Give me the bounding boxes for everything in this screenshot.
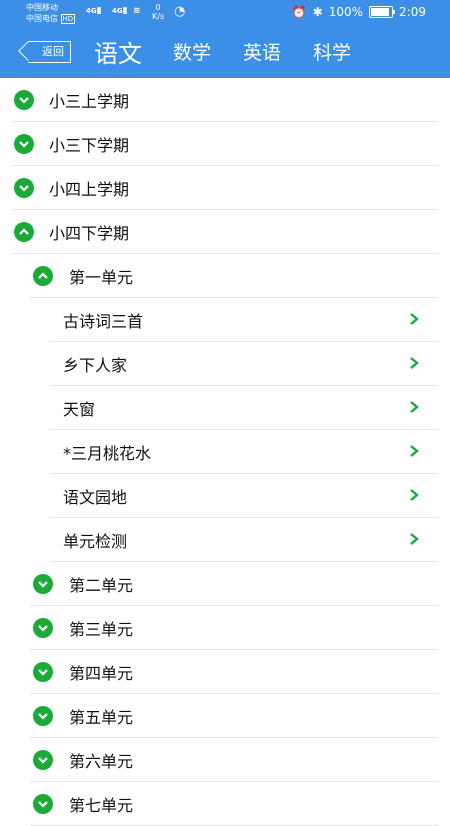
unit-item[interactable]: 第五单元 xyxy=(30,694,438,738)
lesson-item[interactable]: 古诗词三首 xyxy=(50,298,438,342)
lesson-item[interactable]: 单元检测 xyxy=(50,518,438,562)
carrier-2: 中国电信 xyxy=(26,14,58,23)
chevron-down-icon xyxy=(14,133,34,154)
hd-badge: HD xyxy=(60,14,76,24)
chevron-right-icon xyxy=(410,489,419,501)
net-speed: 0 K/s xyxy=(152,3,164,21)
chevron-down-icon xyxy=(33,573,53,594)
signal-bars-icon-2: ▮ xyxy=(122,6,128,16)
semester-item[interactable]: 小四上学期 xyxy=(12,166,438,210)
bluetooth-icon: ✱ xyxy=(312,5,323,19)
battery-percent: 100% xyxy=(328,5,364,19)
unit-item[interactable]: 第一单元 xyxy=(30,254,438,298)
unit-label: 第四单元 xyxy=(69,663,134,683)
lesson-item[interactable]: 乡下人家 xyxy=(50,342,438,386)
lesson-item[interactable]: 语文园地 xyxy=(50,474,438,518)
unit-item[interactable]: 第二单元 xyxy=(30,562,438,606)
semester-item[interactable]: 小三下学期 xyxy=(12,122,438,166)
unit-label: 第六单元 xyxy=(69,751,134,771)
unit-label: 第三单元 xyxy=(69,619,134,639)
lesson-label: 天窗 xyxy=(63,399,96,419)
chevron-right-icon xyxy=(410,533,419,545)
unit-item[interactable]: 第四单元 xyxy=(30,650,438,694)
carrier-1: 中国移动 xyxy=(26,3,58,12)
battery-icon xyxy=(369,6,396,18)
unit-item[interactable]: 第七单元 xyxy=(30,782,438,826)
semester-label: 小四下学期 xyxy=(49,223,130,243)
unit-label: 第一单元 xyxy=(69,267,134,287)
semester-label: 小四上学期 xyxy=(49,179,130,199)
qq-icon: ◔ xyxy=(174,4,186,19)
tab-math[interactable]: 数学 xyxy=(173,38,211,65)
battery-fill xyxy=(371,8,390,16)
chevron-down-icon xyxy=(33,617,53,638)
lesson-label: *三月桃花水 xyxy=(63,443,152,463)
unit-label: 第二单元 xyxy=(69,575,134,595)
net-speed-value: 0 xyxy=(155,3,161,12)
tab-chinese[interactable]: 语文 xyxy=(94,34,142,69)
chevron-down-icon xyxy=(33,661,53,682)
lesson-item[interactable]: *三月桃花水 xyxy=(50,430,438,474)
lesson-item[interactable]: 天窗 xyxy=(50,386,438,430)
chevron-right-icon xyxy=(410,313,419,325)
net-type-1: 4G xyxy=(86,7,97,15)
signal-bars-icon: ▮ xyxy=(96,6,102,16)
lesson-label: 单元检测 xyxy=(63,531,128,551)
chevron-right-icon xyxy=(410,357,419,369)
lesson-label: 语文园地 xyxy=(63,487,128,507)
chevron-up-icon xyxy=(33,265,53,286)
chevron-down-icon xyxy=(14,89,34,110)
chevron-down-icon xyxy=(33,793,53,814)
chevron-down-icon xyxy=(33,705,53,726)
back-button[interactable]: 返回 xyxy=(28,41,71,63)
net-speed-unit: K/s xyxy=(152,12,165,21)
clock: 2:09 xyxy=(399,5,426,19)
semester-item[interactable]: 小三上学期 xyxy=(12,78,438,122)
status-bar: 中国移动 中国电信 HD 4G▮ 4G▮ ≋ 0 K/s ◔ ⏰ ✱ 100% 2… xyxy=(0,0,450,26)
unit-label: 第五单元 xyxy=(69,707,134,727)
unit-item[interactable]: 第六单元 xyxy=(30,738,438,782)
chevron-up-icon xyxy=(14,221,34,242)
signal-4g-2: 4G▮ xyxy=(112,6,128,16)
carrier-info: 中国移动 中国电信 HD xyxy=(26,2,76,25)
net-type-2: 4G xyxy=(112,7,123,15)
app-bar: 返回 语文 数学 英语 科学 xyxy=(0,26,450,78)
unit-item[interactable]: 第三单元 xyxy=(30,606,438,650)
semester-label: 小三下学期 xyxy=(49,135,130,155)
course-tree: 小三上学期 小三下学期 小四上学期 小四下学期 第一单元 古诗词三首 乡下人家 … xyxy=(0,78,450,826)
tab-science[interactable]: 科学 xyxy=(313,38,351,65)
unit-label: 第七单元 xyxy=(69,795,134,815)
lesson-label: 古诗词三首 xyxy=(63,311,144,331)
chevron-down-icon xyxy=(33,749,53,770)
alarm-icon: ⏰ xyxy=(291,5,307,19)
tab-english[interactable]: 英语 xyxy=(243,38,281,65)
semester-item[interactable]: 小四下学期 xyxy=(12,210,438,254)
semester-label: 小三上学期 xyxy=(49,91,130,111)
chevron-down-icon xyxy=(14,177,34,198)
lesson-label: 乡下人家 xyxy=(63,355,128,375)
chevron-right-icon xyxy=(410,445,419,457)
chevron-right-icon xyxy=(410,401,419,413)
wifi-icon: ≋ xyxy=(133,6,141,16)
signal-4g-1: 4G▮ xyxy=(86,6,102,16)
